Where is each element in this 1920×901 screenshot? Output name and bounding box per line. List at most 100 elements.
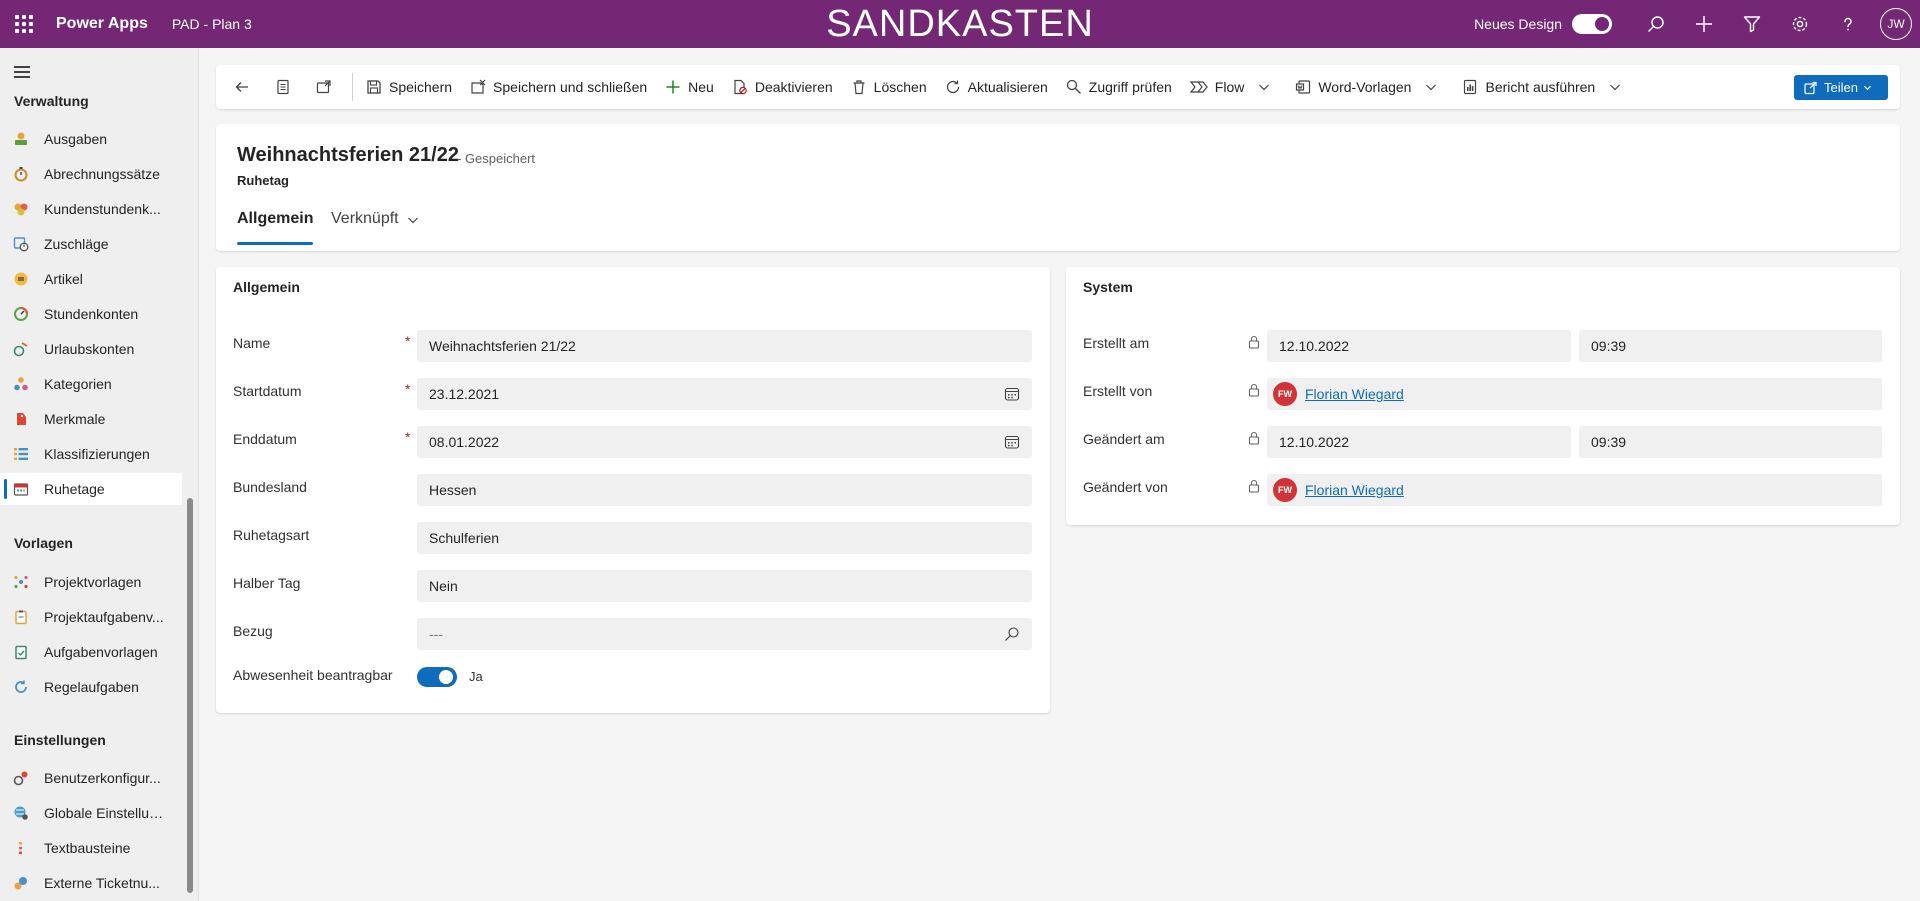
sidebar-item-zuschlaege[interactable]: Zuschläge [0, 228, 182, 260]
help-button[interactable] [1824, 0, 1872, 48]
sidebar-item-label: Globale Einstellun... [44, 805, 166, 821]
sidebar-item-projektvorlagen[interactable]: Projektvorlagen [0, 566, 182, 598]
waffle-icon [15, 15, 33, 33]
settings-button[interactable] [1776, 0, 1824, 48]
created-on-date-field: 12.10.2022 [1267, 330, 1571, 362]
sidebar-item-kundenstundenkonten[interactable]: Kundenstundenk... [0, 193, 182, 225]
modified-by-link[interactable]: Florian Wiegard [1305, 482, 1404, 498]
ticket-icon [13, 875, 29, 891]
user-avatar[interactable]: JW [1880, 8, 1912, 40]
reference-lookup[interactable]: --- [417, 618, 1032, 650]
sidebar-item-kategorien[interactable]: Kategorien [0, 368, 182, 400]
tab-verknuepft[interactable]: Verknüpft [331, 210, 419, 238]
sidebar-scrollbar[interactable] [187, 498, 193, 893]
state-label: Bundesland [233, 479, 307, 495]
trash-icon [853, 80, 865, 95]
name-input[interactable]: Weihnachtsferien 21/22 [417, 330, 1032, 362]
run-report-button[interactable]: Bericht ausführen [1453, 65, 1637, 109]
absence-toggle[interactable] [417, 667, 457, 687]
lock-icon [1248, 383, 1260, 397]
sidebar-item-artikel[interactable]: Artikel [0, 263, 182, 295]
created-on-label: Erstellt am [1083, 335, 1150, 351]
app-launcher-button[interactable] [0, 0, 48, 48]
sidebar-item-aufgabenvorlagen[interactable]: Aufgabenvorlagen [0, 636, 182, 668]
save-button[interactable]: Speichern [357, 65, 461, 109]
word-templates-button[interactable]: Word-Vorlagen [1286, 65, 1453, 109]
filter-button[interactable] [1728, 0, 1776, 48]
absence-value: Ja [469, 669, 483, 684]
recurring-icon [13, 679, 29, 695]
hamburger-icon[interactable] [14, 66, 30, 78]
sidebar-item-regelaufgaben[interactable]: Regelaufgaben [0, 671, 182, 703]
sidebar-item-klassifizierungen[interactable]: Klassifizierungen [0, 438, 182, 470]
share-button[interactable]: Teilen [1794, 75, 1888, 100]
back-button[interactable] [216, 65, 266, 109]
open-new-window-button[interactable] [307, 65, 348, 109]
avatar: FW [1273, 382, 1297, 406]
lock-icon [1248, 479, 1260, 493]
end-date-input[interactable]: 08.01.2022 [417, 426, 1032, 458]
sidebar-item-abrechnungssaetze[interactable]: Abrechnungssätze [0, 158, 182, 190]
system-section: System Erstellt am 12.10.2022 09:39 Erst… [1066, 267, 1900, 525]
record-header: Weihnachtsferien 21/22 - Gespeichert Ruh… [216, 124, 1900, 251]
type-select[interactable]: Schulferien [417, 522, 1032, 554]
save-icon [367, 80, 381, 94]
state-select[interactable]: Hessen [417, 474, 1032, 506]
sidebar-item-benutzerkonfiguration[interactable]: Benutzerkonfigur... [0, 762, 182, 794]
state-value: Hessen [429, 482, 477, 498]
record-title: Weihnachtsferien 21/22 [237, 144, 459, 166]
sidebar-item-ruhetage[interactable]: Ruhetage [0, 473, 182, 505]
record-entity-name: Ruhetag [237, 173, 289, 188]
search-button[interactable] [1632, 0, 1680, 48]
global-settings-icon [13, 805, 29, 821]
form-view-button[interactable] [266, 65, 307, 109]
created-on-date: 12.10.2022 [1279, 338, 1350, 354]
sidebar-item-label: Projektvorlagen [44, 574, 142, 590]
sidebar-item-textbausteine[interactable]: Textbausteine [0, 832, 182, 864]
save-and-close-button[interactable]: Speichern und schließen [461, 65, 656, 109]
new-design-toggle[interactable] [1572, 14, 1612, 34]
environment-name[interactable]: PAD - Plan 3 [172, 16, 252, 32]
form-icon [277, 79, 289, 95]
deactivate-button[interactable]: Deaktivieren [723, 65, 842, 109]
tab-label: Allgemein [237, 210, 314, 227]
project-template-icon [13, 574, 29, 590]
stopwatch-icon [13, 166, 29, 182]
search-icon [1647, 16, 1664, 33]
created-by-link[interactable]: Florian Wiegard [1305, 386, 1404, 402]
start-date-label: Startdatum [233, 383, 302, 399]
name-value: Weihnachtsferien 21/22 [429, 338, 576, 354]
required-indicator: * [405, 429, 411, 445]
sidebar-item-ausgaben[interactable]: Ausgaben [0, 123, 182, 155]
sidebar-item-merkmale[interactable]: Merkmale [0, 403, 182, 435]
sidebar-item-stundenkonten[interactable]: Stundenkonten [0, 298, 182, 330]
halfday-select[interactable]: Nein [417, 570, 1032, 602]
gear-icon [1792, 16, 1808, 32]
flow-button[interactable]: Flow [1181, 65, 1287, 109]
tab-label: Verknüpft [331, 210, 399, 227]
sidebar-item-label: Merkmale [44, 411, 106, 427]
created-by-label: Erstellt von [1083, 383, 1153, 399]
calendar-icon[interactable] [1004, 386, 1020, 402]
gauge-icon [13, 306, 29, 322]
sidebar-item-externe-ticketnummern[interactable]: Externe Ticketnu... [0, 867, 182, 899]
refresh-button[interactable]: Aktualisieren [936, 65, 1057, 109]
delete-button[interactable]: Löschen [842, 65, 936, 109]
lock-icon [1248, 431, 1260, 445]
modified-by-field: FW Florian Wiegard [1267, 474, 1882, 506]
start-date-input[interactable]: 23.12.2021 [417, 378, 1032, 410]
tab-allgemein[interactable]: Allgemein [237, 210, 314, 245]
sidebar-item-label: Stundenkonten [44, 306, 139, 322]
search-icon[interactable] [1004, 626, 1020, 642]
created-by-field: FW Florian Wiegard [1267, 378, 1882, 410]
sidebar-item-urlaubskonten[interactable]: Urlaubskonten [0, 333, 182, 365]
add-button[interactable] [1680, 0, 1728, 48]
sidebar-item-globale-einstellungen[interactable]: Globale Einstellun... [0, 797, 182, 829]
check-access-button[interactable]: Zugriff prüfen [1057, 65, 1181, 109]
new-button[interactable]: Neu [656, 65, 723, 109]
reference-value: --- [429, 626, 443, 642]
calendar-icon[interactable] [1004, 434, 1020, 450]
chevron-down-icon [407, 217, 418, 224]
sidebar-item-projektaufgabenvorlagen[interactable]: Projektaufgabenv... [0, 601, 182, 633]
app-name[interactable]: Power Apps [56, 15, 148, 33]
